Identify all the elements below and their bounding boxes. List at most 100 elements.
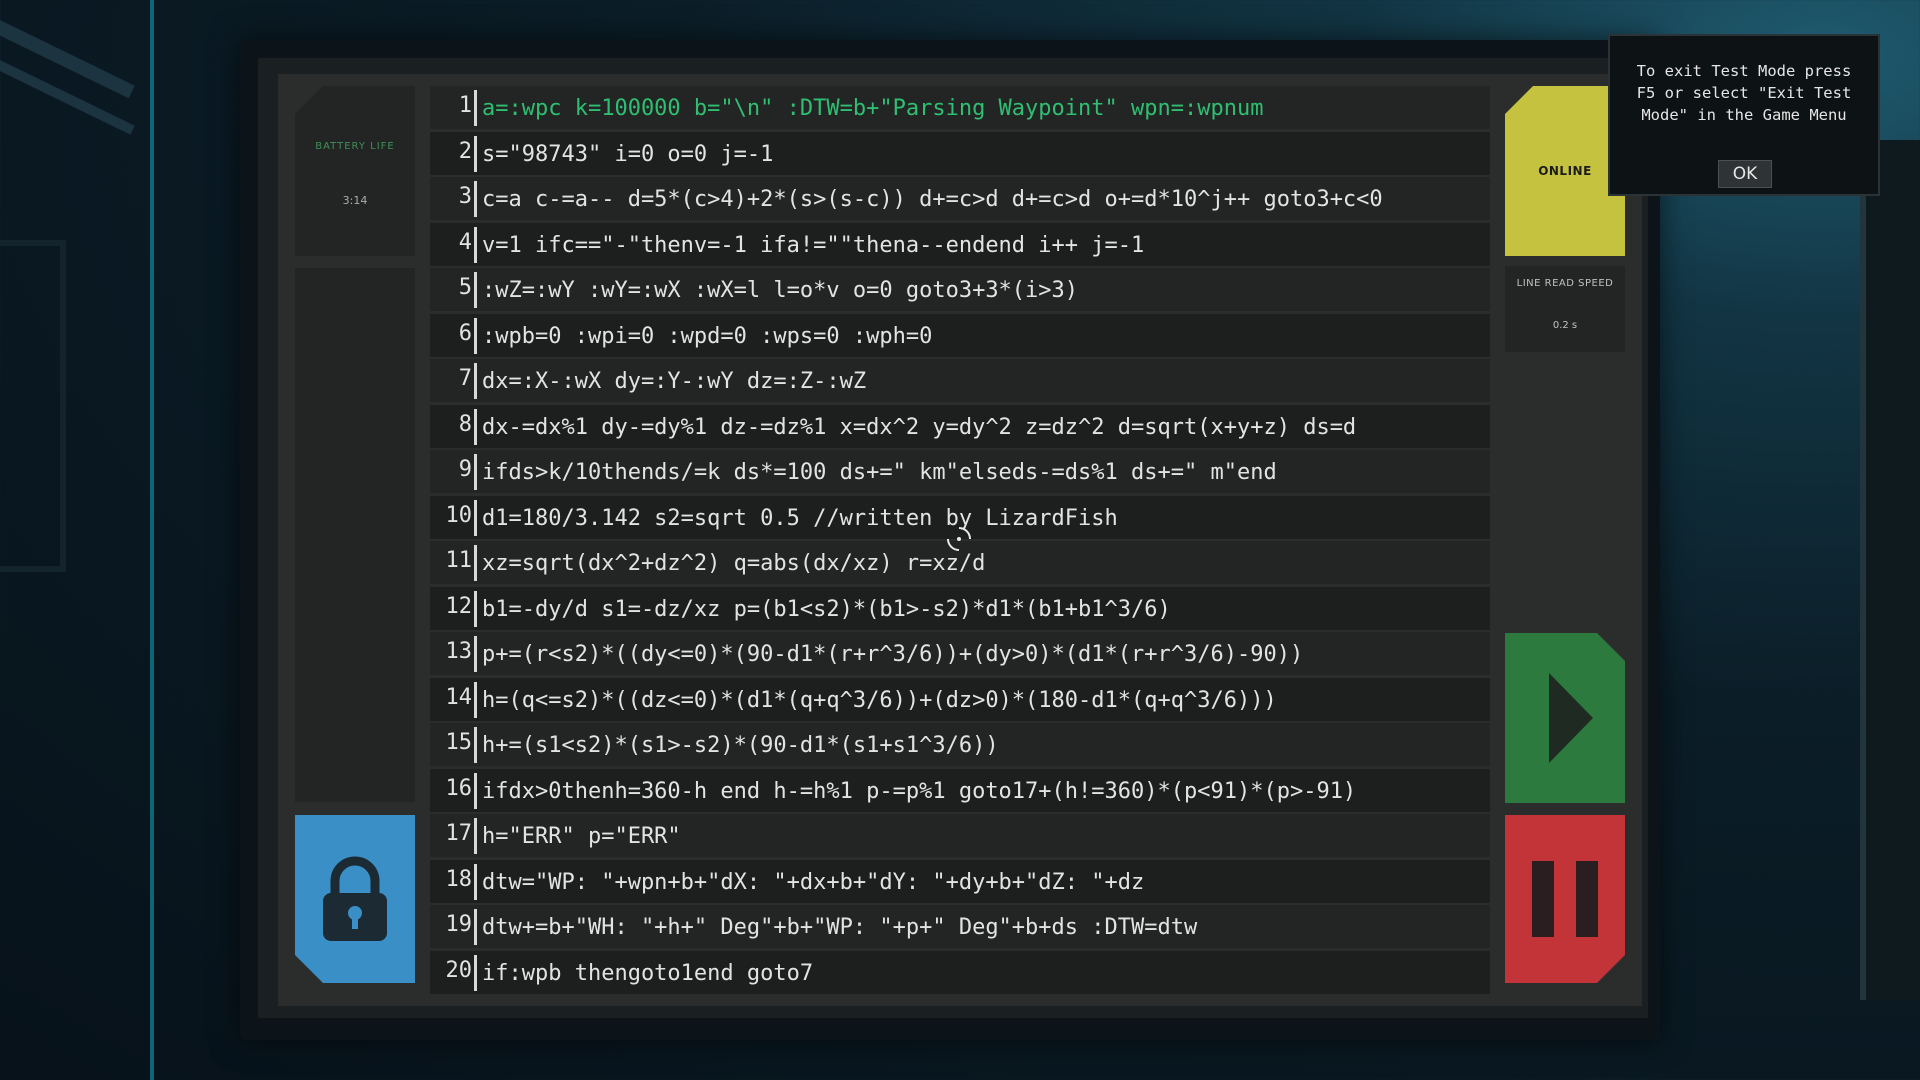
code-line[interactable]: 13 p+=(r<s2)*((dy<=0)*(90-d1*(r+r^3/6))+(… bbox=[430, 632, 1490, 675]
code-line-text[interactable]: h+=(s1<s2)*(s1>-s2)*(90-d1*(s1+s1^3/6)) bbox=[482, 723, 999, 766]
line-number: 20 bbox=[445, 957, 473, 983]
code-line[interactable]: 19 dtw+=b+"WH: "+h+" Deg"+b+"WP: "+p+" De… bbox=[430, 905, 1490, 948]
battery-indicator: BATTERY LIFE 3:14 bbox=[295, 86, 415, 256]
background-frame bbox=[0, 240, 66, 572]
line-number: 8 bbox=[458, 411, 472, 437]
code-line[interactable]: 1 a=:wpc k=100000 b="\n" :DTW=b+"Parsing … bbox=[430, 86, 1490, 129]
line-read-speed-label: LINE READ SPEED bbox=[1516, 278, 1614, 289]
code-line[interactable]: 15 h+=(s1<s2)*(s1>-s2)*(90-d1*(s1+s1^3/6)… bbox=[430, 723, 1490, 766]
line-number: 15 bbox=[445, 730, 473, 755]
line-number: 4 bbox=[458, 229, 472, 255]
background-pillar bbox=[150, 0, 154, 1080]
code-line[interactable]: 7 dx=:X-:wX dy=:Y-:wY dz=:Z-:wZ bbox=[430, 359, 1490, 402]
line-number: 6 bbox=[458, 320, 472, 346]
code-line-text[interactable]: dtw+=b+"WH: "+h+" Deg"+b+"WP: "+p+" Deg"… bbox=[482, 905, 1197, 948]
line-number: 2 bbox=[458, 138, 472, 164]
line-number: 12 bbox=[445, 593, 473, 619]
code-line-text[interactable]: h=(q<=s2)*((dz<=0)*(d1*(q+q^3/6))+(dz>0)… bbox=[482, 678, 1277, 721]
line-separator bbox=[474, 181, 477, 217]
test-mode-message: To exit Test Mode press F5 or select "Ex… bbox=[1636, 62, 1852, 124]
online-status-indicator: ONLINE bbox=[1505, 86, 1625, 256]
line-separator bbox=[474, 545, 477, 581]
padlock-icon bbox=[320, 853, 390, 945]
line-number: 1 bbox=[458, 93, 472, 118]
code-line[interactable]: 17 h="ERR" p="ERR" bbox=[430, 814, 1490, 857]
line-number: 19 bbox=[445, 912, 473, 937]
left-side-panel bbox=[295, 268, 415, 802]
line-separator bbox=[474, 272, 477, 308]
play-button[interactable] bbox=[1505, 633, 1625, 803]
line-separator bbox=[474, 863, 477, 900]
code-line-text[interactable]: a=:wpc k=100000 b="\n" :DTW=b+"Parsing W… bbox=[482, 86, 1263, 129]
code-line[interactable]: 16 ifdx>0thenh=360-h end h-=h%1 p-=p%1 go… bbox=[430, 768, 1490, 812]
line-separator bbox=[474, 818, 477, 854]
online-status-label: ONLINE bbox=[1538, 164, 1592, 178]
line-separator bbox=[474, 363, 477, 399]
line-separator bbox=[474, 636, 477, 672]
code-line-text[interactable]: ifdx>0thenh=360-h end h-=h%1 p-=p%1 goto… bbox=[482, 769, 1356, 812]
line-number: 7 bbox=[458, 366, 472, 391]
line-separator bbox=[474, 454, 477, 490]
code-line-text[interactable]: if:wpb thengoto1end goto7 bbox=[482, 951, 813, 994]
code-line[interactable]: 14 h=(q<=s2)*((dz<=0)*(d1*(q+q^3/6))+(dz>… bbox=[430, 677, 1490, 721]
code-line-text[interactable]: :wpb=0 :wpi=0 :wpd=0 :wps=0 :wph=0 bbox=[482, 314, 932, 357]
line-number: 16 bbox=[445, 775, 473, 801]
line-separator bbox=[474, 317, 477, 354]
line-separator bbox=[474, 90, 477, 126]
line-number: 9 bbox=[458, 457, 472, 482]
line-separator bbox=[474, 772, 477, 809]
line-separator bbox=[474, 499, 477, 536]
code-line-text[interactable]: dtw="WP: "+wpn+b+"dX: "+dx+b+"dY: "+dy+b… bbox=[482, 860, 1144, 903]
code-line[interactable]: 18 dtw="WP: "+wpn+b+"dX: "+dx+b+"dY: "+dy… bbox=[430, 859, 1490, 903]
line-number: 17 bbox=[445, 821, 473, 846]
code-line[interactable]: 2 s="98743" i=0 o=0 j=-1 bbox=[430, 131, 1490, 175]
battery-label: BATTERY LIFE bbox=[315, 141, 395, 152]
play-icon bbox=[1549, 673, 1593, 763]
lock-button[interactable] bbox=[295, 815, 415, 983]
line-number: 18 bbox=[445, 866, 473, 892]
line-separator bbox=[474, 226, 477, 263]
code-line-text[interactable]: dx-=dx%1 dy-=dy%1 dz-=dz%1 x=dx^2 y=dy^2… bbox=[482, 405, 1356, 448]
background-beam bbox=[0, 20, 135, 99]
line-separator bbox=[474, 909, 477, 945]
line-separator bbox=[474, 681, 477, 718]
code-line-text[interactable]: ifds>k/10thends/=k ds*=100 ds+=" km"else… bbox=[482, 450, 1277, 493]
line-separator bbox=[474, 954, 477, 991]
code-line-text[interactable]: p+=(r<s2)*((dy<=0)*(90-d1*(r+r^3/6))+(dy… bbox=[482, 632, 1303, 675]
code-line-text[interactable]: dx=:X-:wX dy=:Y-:wY dz=:Z-:wZ bbox=[482, 359, 866, 402]
line-number: 11 bbox=[445, 548, 473, 573]
pause-icon bbox=[1532, 861, 1598, 937]
code-line[interactable]: 4 v=1 ifc=="-"thenv=-1 ifa!=""thena--ende… bbox=[430, 222, 1490, 266]
test-mode-dialog: To exit Test Mode press F5 or select "Ex… bbox=[1608, 34, 1880, 196]
code-line-text[interactable]: c=a c-=a-- d=5*(c>4)+2*(s>(s-c)) d+=c>d … bbox=[482, 177, 1383, 220]
code-line[interactable]: 6 :wpb=0 :wpi=0 :wpd=0 :wps=0 :wph=0 bbox=[430, 313, 1490, 357]
code-line[interactable]: 3 c=a c-=a-- d=5*(c>4)+2*(s>(s-c)) d+=c>d… bbox=[430, 177, 1490, 220]
code-line[interactable]: 9 ifds>k/10thends/=k ds*=100 ds+=" km"els… bbox=[430, 450, 1490, 493]
line-number: 10 bbox=[445, 502, 473, 528]
code-line[interactable]: 8 dx-=dx%1 dy-=dy%1 dz-=dz%1 x=dx^2 y=dy^… bbox=[430, 404, 1490, 448]
pause-button[interactable] bbox=[1505, 815, 1625, 983]
code-line[interactable]: 5:wZ=:wY :wY=:wX :wX=l l=o*v o=0 goto3+3… bbox=[430, 268, 1490, 311]
line-read-speed-value: 0.2 s bbox=[1552, 320, 1578, 331]
code-line-text[interactable]: d1=180/3.142 s2=sqrt 0.5 //written by Li… bbox=[482, 496, 1118, 539]
code-line[interactable]: 20 if:wpb thengoto1end goto7 bbox=[430, 950, 1490, 994]
code-line-text[interactable]: h="ERR" p="ERR" bbox=[482, 814, 681, 857]
background-beam bbox=[0, 60, 135, 135]
code-line[interactable]: 12 b1=-dy/d s1=-dz/xz p=(b1<s2)*(b1>-s2)*… bbox=[430, 586, 1490, 630]
battery-value: 3:14 bbox=[342, 194, 368, 207]
code-line-text[interactable]: :wZ=:wY :wY=:wX :wX=l l=o*v o=0 goto3+3*… bbox=[482, 268, 1078, 311]
code-line-text[interactable]: b1=-dy/d s1=-dz/xz p=(b1<s2)*(b1>-s2)*d1… bbox=[482, 587, 1171, 630]
line-number: 13 bbox=[445, 639, 473, 664]
line-number: 3 bbox=[458, 184, 472, 209]
code-line-text[interactable]: s="98743" i=0 o=0 j=-1 bbox=[482, 132, 773, 175]
line-read-speed-display: LINE READ SPEED 0.2 s bbox=[1505, 266, 1625, 352]
line-separator bbox=[474, 408, 477, 445]
line-separator bbox=[474, 590, 477, 627]
line-separator bbox=[474, 135, 477, 172]
background-side-screen bbox=[1860, 140, 1920, 1000]
code-line-text[interactable]: v=1 ifc=="-"thenv=-1 ifa!=""thena--enden… bbox=[482, 223, 1144, 266]
crosshair-cursor-icon bbox=[947, 527, 971, 551]
code-line-text[interactable]: xz=sqrt(dx^2+dz^2) q=abs(dx/xz) r=xz/d bbox=[482, 541, 985, 584]
line-separator bbox=[474, 727, 477, 763]
ok-button[interactable]: OK bbox=[1718, 160, 1772, 188]
